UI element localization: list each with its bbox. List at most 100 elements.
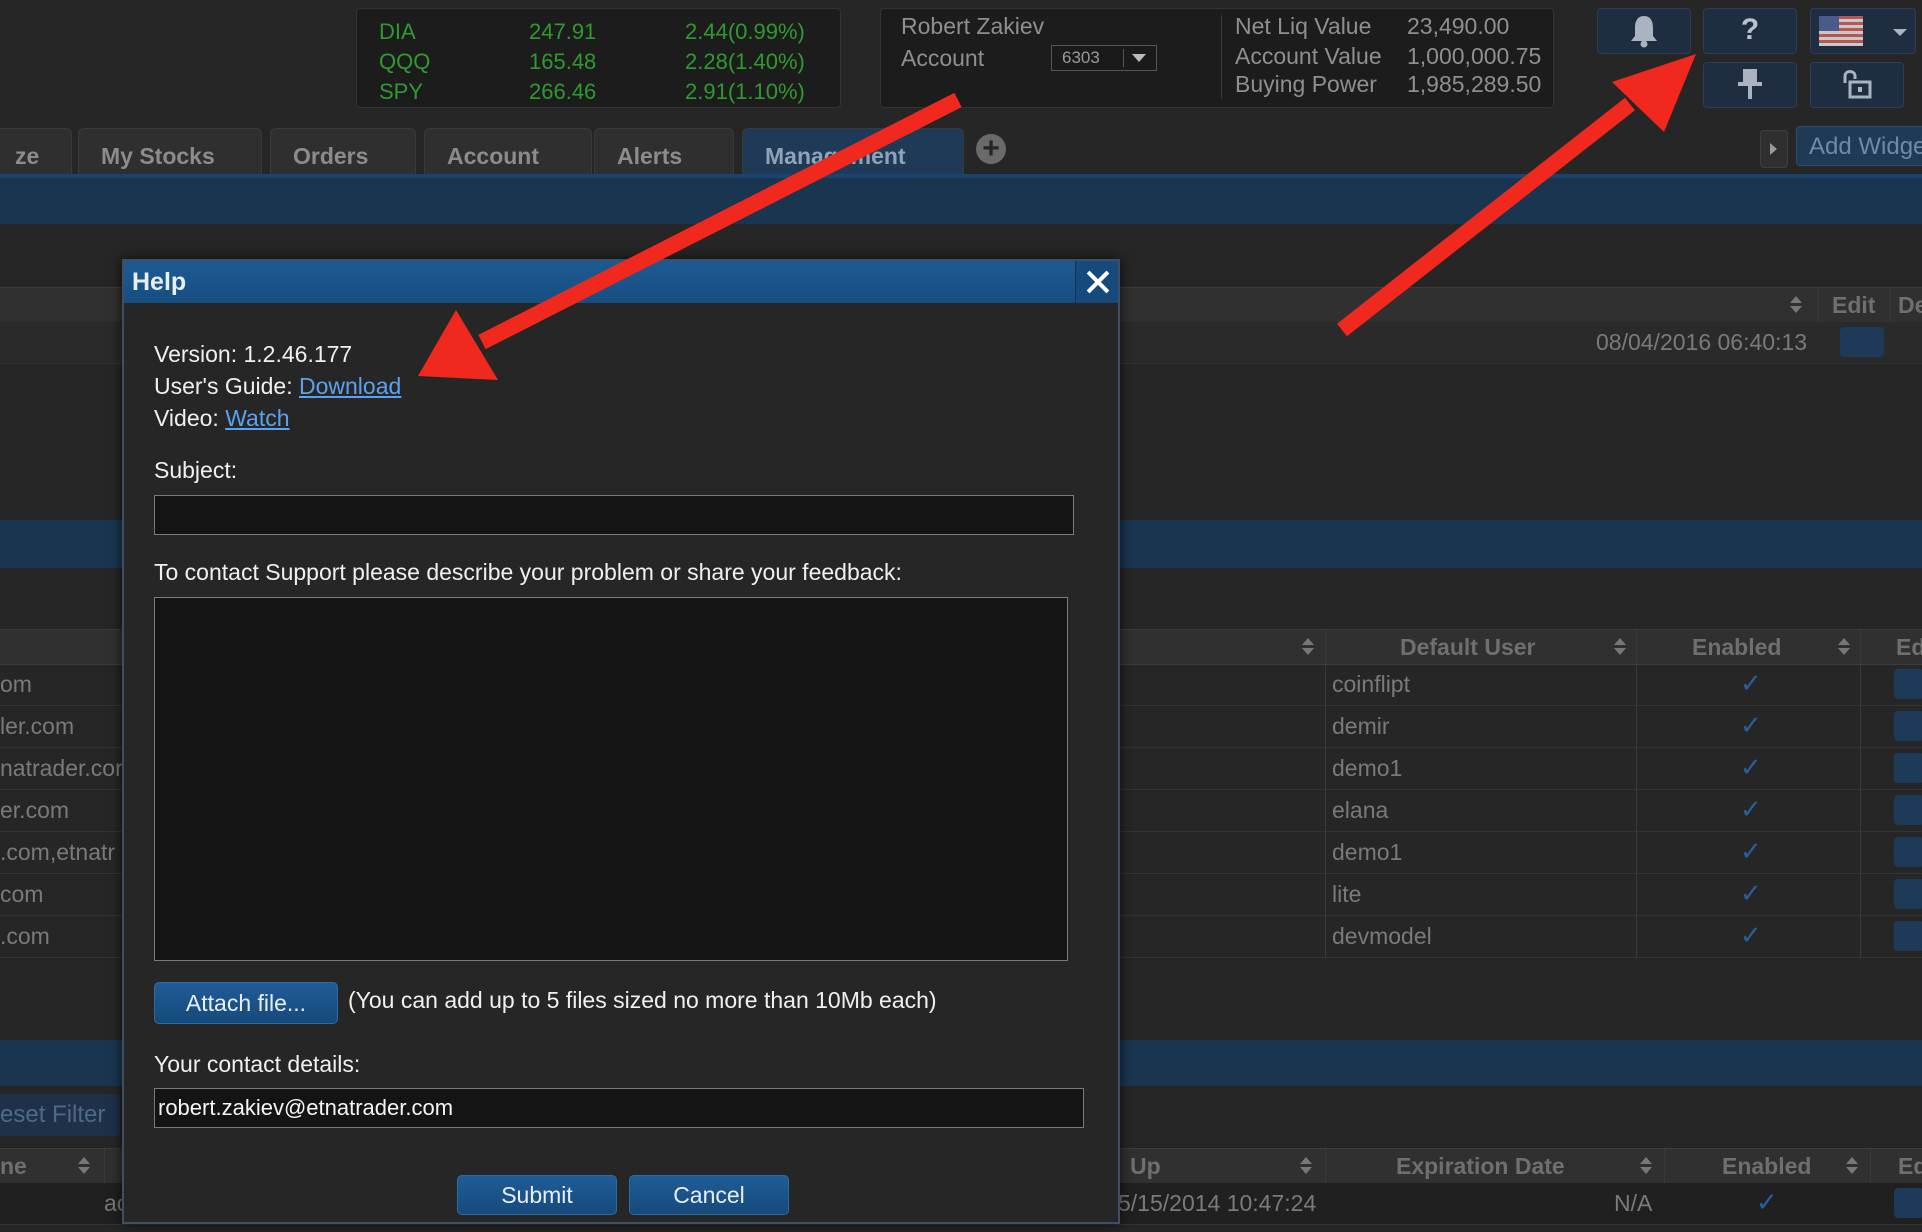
column-header-ed[interactable]: Ed xyxy=(1896,634,1922,661)
sort-icon[interactable] xyxy=(1790,296,1802,314)
ticker-panel: DIA 247.91 2.44(0.99%) QQQ 165.48 2.28(1… xyxy=(356,8,841,108)
column-divider xyxy=(1860,664,1861,958)
subject-input[interactable] xyxy=(154,495,1074,535)
bell-icon xyxy=(1631,16,1657,48)
ticker-price: 247.91 xyxy=(529,19,597,44)
ticker-symbol: DIA xyxy=(379,19,416,44)
sort-icon[interactable] xyxy=(1846,1157,1858,1175)
us-flag-icon xyxy=(1819,16,1863,46)
attach-note: (You can add up to 5 files sized no more… xyxy=(348,987,937,1013)
users-guide-label: User's Guide: xyxy=(154,373,299,399)
close-icon[interactable] xyxy=(1075,261,1118,303)
add-tab-icon[interactable]: + xyxy=(976,134,1006,164)
column-divider xyxy=(1818,288,1819,322)
dialog-titlebar[interactable]: Help xyxy=(124,261,1118,303)
sort-icon[interactable] xyxy=(78,1157,90,1175)
column-header-edit[interactable]: Edit xyxy=(1832,292,1875,319)
edit-icon[interactable] xyxy=(1894,837,1922,867)
unlock-icon xyxy=(1843,70,1872,99)
tab-orders[interactable]: Orders xyxy=(270,128,416,174)
column-header-up[interactable]: Up xyxy=(1130,1153,1161,1180)
tab-customize[interactable]: ze xyxy=(0,128,72,174)
tab-alerts[interactable]: Alerts xyxy=(594,128,734,174)
watch-link[interactable]: Watch xyxy=(225,405,289,431)
cell-date: 08/04/2016 06:40:13 xyxy=(1596,329,1808,355)
feedback-label: To contact Support please describe your … xyxy=(154,559,902,585)
video-line: Video: Watch xyxy=(154,405,290,432)
version-line: Version: 1.2.46.177 xyxy=(154,341,352,368)
contact-label: Your contact details: xyxy=(154,1051,361,1077)
column-header-name[interactable]: ne xyxy=(0,1153,27,1180)
cell-default-user: lite xyxy=(1332,881,1362,907)
column-divider xyxy=(104,1149,105,1183)
cell-expiration: N/A xyxy=(1614,1190,1653,1216)
edit-icon[interactable] xyxy=(1894,1188,1922,1218)
column-divider xyxy=(1890,288,1891,322)
help-dialog: Help Version: 1.2.46.177 User's Guide: D… xyxy=(122,259,1120,1224)
column-header-de[interactable]: De xyxy=(1898,292,1922,319)
ticker-change: 2.91(1.10%) xyxy=(685,79,805,104)
notifications-button[interactable] xyxy=(1597,8,1691,54)
help-button[interactable]: ? xyxy=(1703,8,1797,54)
column-header-enabled[interactable]: Enabled xyxy=(1722,1153,1811,1180)
tab-account[interactable]: Account xyxy=(424,128,592,174)
cell-default-user: demo1 xyxy=(1332,755,1403,781)
edit-icon[interactable] xyxy=(1894,711,1922,741)
version-label: Version: xyxy=(154,341,244,367)
cell-domain: er.com xyxy=(0,797,70,823)
net-liq-value: 23,490.00 xyxy=(1407,13,1510,39)
ticker-price: 266.46 xyxy=(529,79,597,104)
column-divider xyxy=(1636,630,1637,664)
submit-button[interactable]: Submit xyxy=(457,1175,617,1215)
tab-management[interactable]: Management xyxy=(742,128,964,174)
edit-icon[interactable] xyxy=(1840,327,1884,357)
column-header-default-user[interactable]: Default User xyxy=(1400,634,1535,661)
sort-icon[interactable] xyxy=(1640,1157,1652,1175)
contact-input[interactable] xyxy=(154,1088,1084,1128)
column-header-enabled[interactable]: Enabled xyxy=(1692,634,1781,661)
attach-file-button[interactable]: Attach file... xyxy=(154,982,338,1024)
account-summary: Robert Zakiev Account 6303 Net Liq Value… xyxy=(880,8,1554,108)
edit-icon[interactable] xyxy=(1894,669,1922,699)
add-widget-button[interactable]: Add Widge xyxy=(1796,126,1922,166)
lock-button[interactable] xyxy=(1810,62,1904,108)
edit-icon[interactable] xyxy=(1894,921,1922,951)
ticker-price: 165.48 xyxy=(529,49,597,74)
account-value-label: Account Value xyxy=(1235,43,1382,69)
chevron-right-icon xyxy=(1770,143,1777,155)
check-icon: ✓ xyxy=(1740,836,1762,866)
chevron-down-icon xyxy=(1123,49,1152,67)
user-name: Robert Zakiev xyxy=(901,13,1045,39)
sort-icon[interactable] xyxy=(1302,638,1314,656)
buying-power-label: Buying Power xyxy=(1235,71,1377,97)
column-divider xyxy=(1664,1149,1665,1183)
ticker-symbol: SPY xyxy=(379,79,424,104)
edit-icon[interactable] xyxy=(1894,879,1922,909)
tab-label: Alerts xyxy=(617,143,683,169)
language-select[interactable] xyxy=(1810,8,1916,54)
column-header-ed[interactable]: Ed xyxy=(1898,1153,1922,1180)
edit-icon[interactable] xyxy=(1894,753,1922,783)
sort-icon[interactable] xyxy=(1614,638,1626,656)
cell-domain: .com,etnatr xyxy=(0,839,116,865)
help-icon: ? xyxy=(1740,13,1760,46)
buying-power-value: 1,985,289.50 xyxy=(1407,71,1542,97)
cell-default-user: demo1 xyxy=(1332,839,1403,865)
account-select[interactable]: 6303 xyxy=(1051,45,1157,71)
check-icon: ✓ xyxy=(1740,794,1762,824)
column-header-expiration-date[interactable]: Expiration Date xyxy=(1396,1153,1565,1180)
cancel-button[interactable]: Cancel xyxy=(629,1175,789,1215)
ticker-change: 2.28(1.40%) xyxy=(685,49,805,74)
reset-filter-button[interactable]: eset Filter xyxy=(0,1094,120,1136)
download-link[interactable]: Download xyxy=(299,373,401,399)
sort-icon[interactable] xyxy=(1838,638,1850,656)
cell-date: 5/15/2014 10:47:24 xyxy=(1118,1190,1317,1216)
check-icon: ✓ xyxy=(1740,668,1762,698)
feedback-textarea[interactable] xyxy=(154,597,1068,961)
edit-icon[interactable] xyxy=(1894,795,1922,825)
account-value: 1,000,000.75 xyxy=(1407,43,1542,69)
scroll-tabs-button[interactable] xyxy=(1760,130,1788,168)
pin-button[interactable] xyxy=(1703,62,1797,108)
sort-icon[interactable] xyxy=(1300,1157,1312,1175)
tab-my-stocks[interactable]: My Stocks xyxy=(78,128,262,174)
